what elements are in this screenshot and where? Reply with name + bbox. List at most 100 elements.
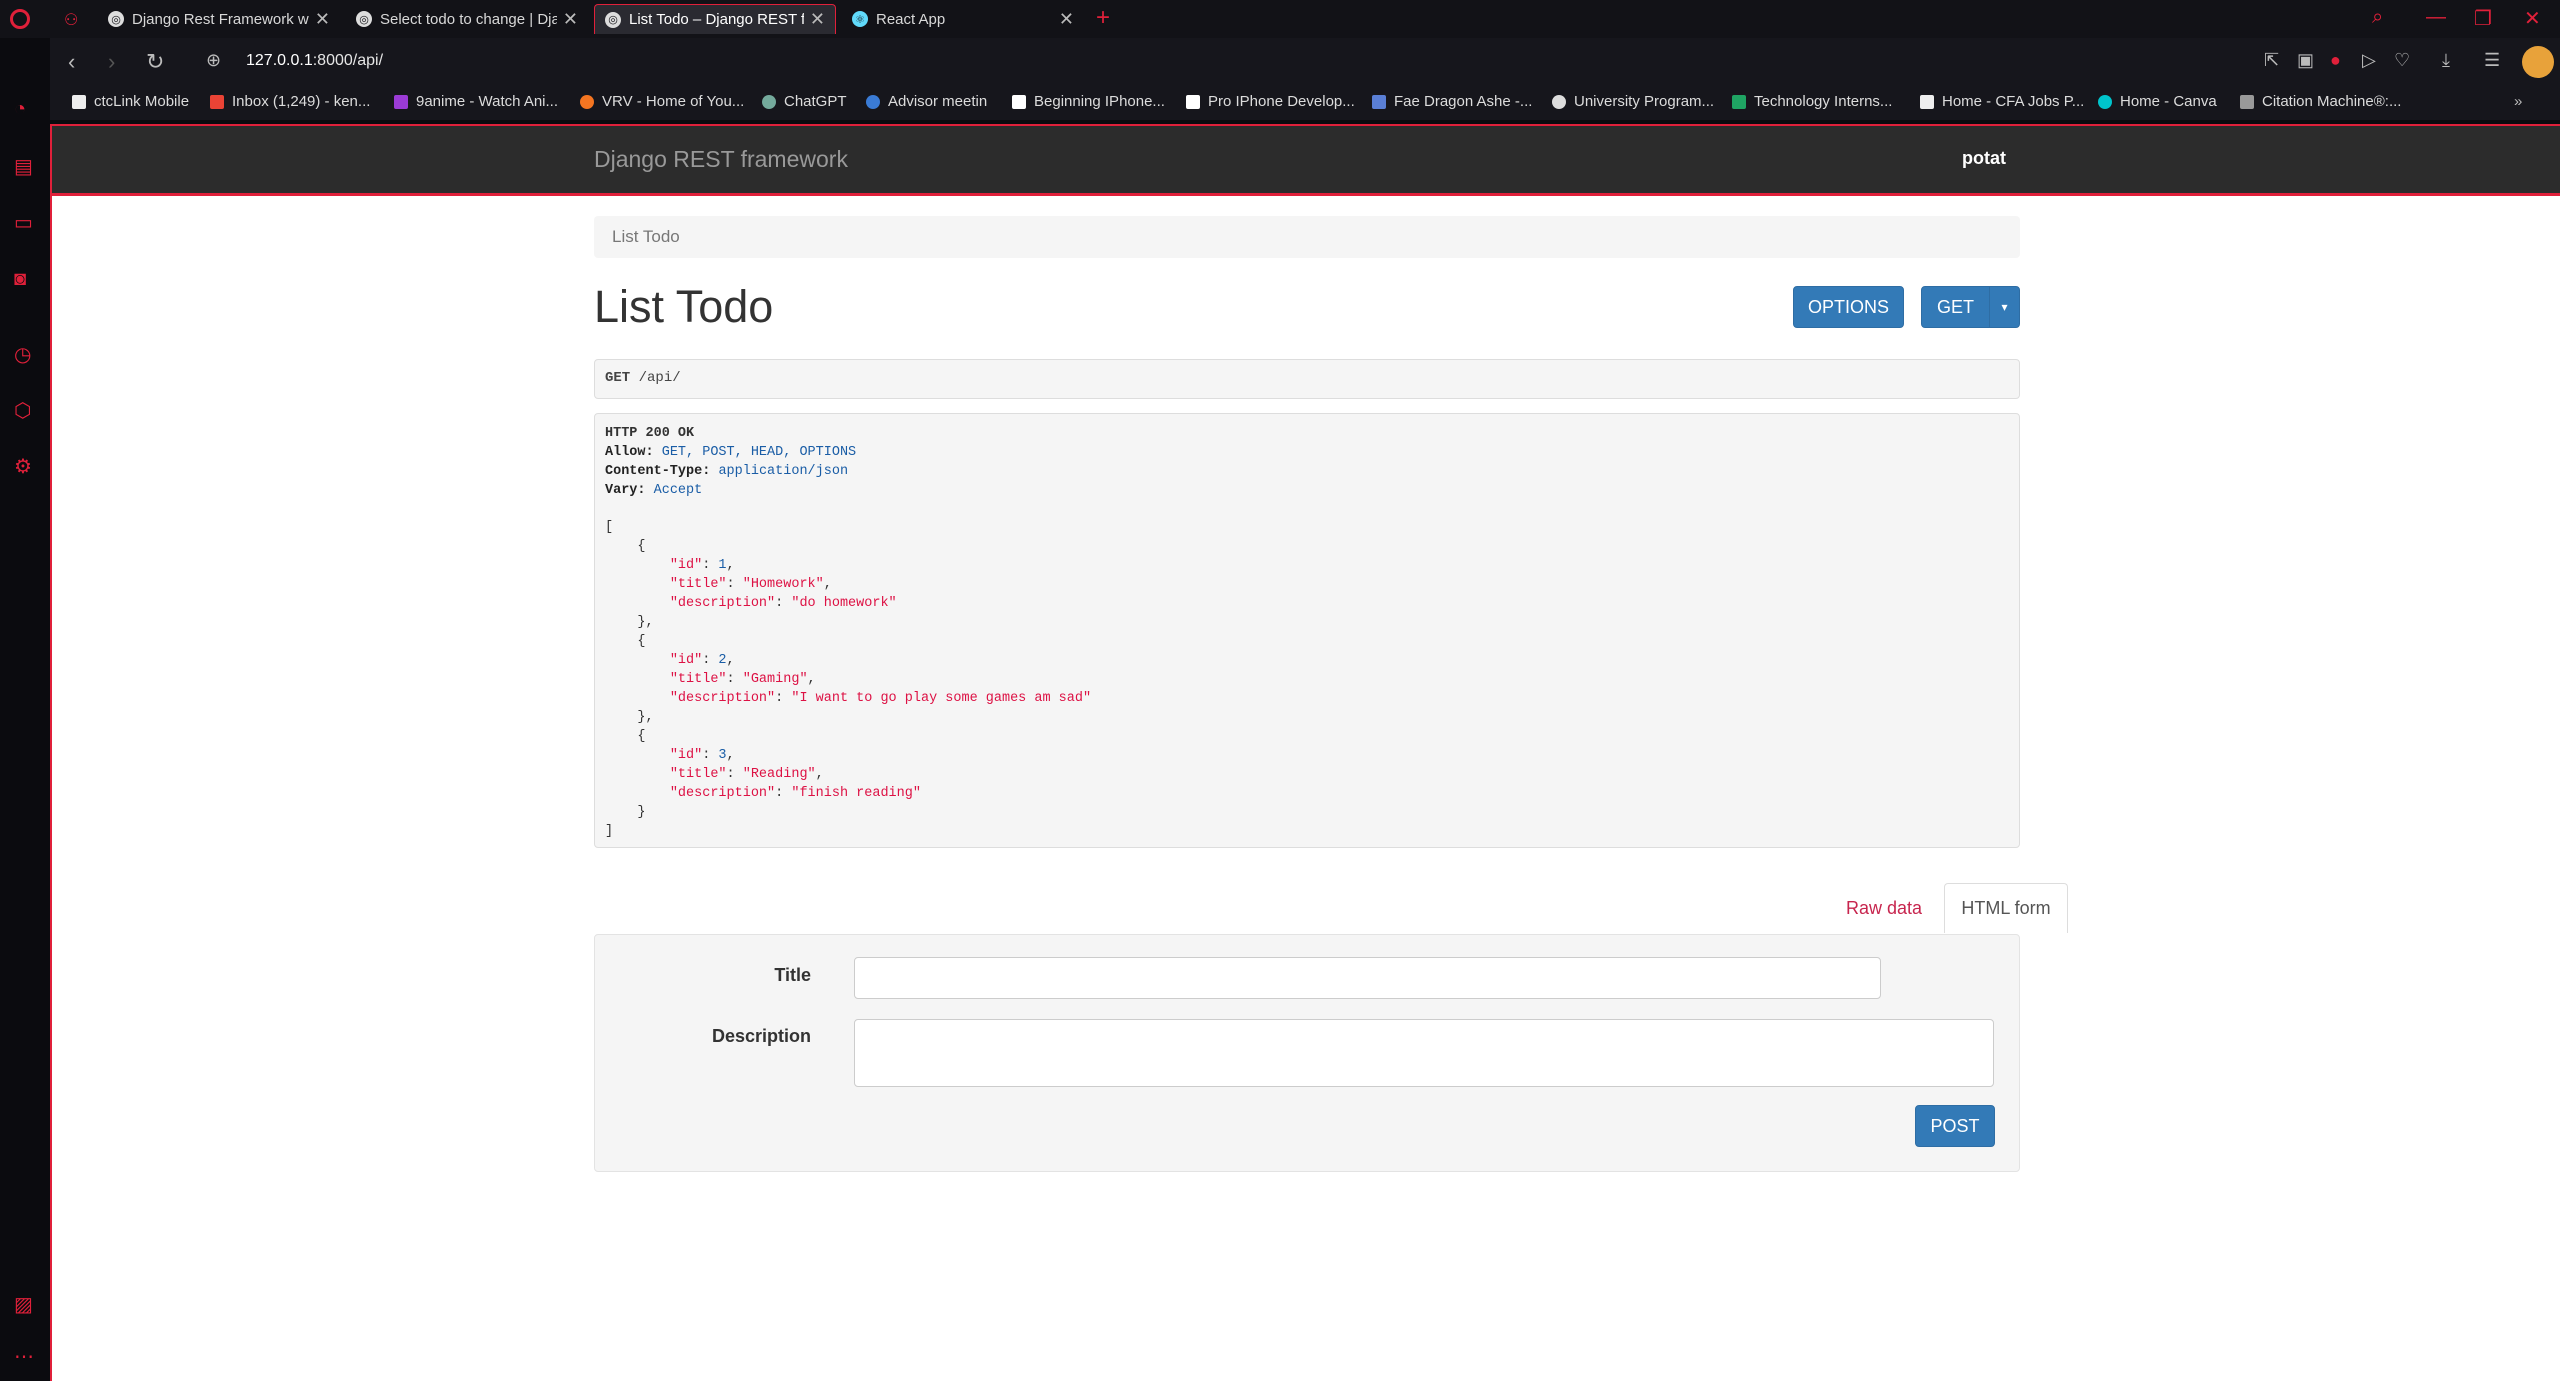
opera-logo-icon[interactable] — [10, 9, 30, 29]
speed-dial-icon[interactable]: ◔ — [14, 98, 26, 121]
settings-icon[interactable]: ⚙ — [14, 454, 32, 479]
bookmark-label: Home - CFA Jobs P... — [1942, 93, 2085, 110]
breadcrumb-item[interactable]: List Todo — [612, 227, 680, 246]
close-icon[interactable]: ✕ — [563, 9, 578, 30]
header-value: GET, POST, HEAD, OPTIONS — [661, 445, 857, 460]
download-icon[interactable]: ⤓ — [2442, 50, 2450, 71]
post-form: Title Description POST — [594, 934, 2020, 1172]
caret-down-icon: ▾ — [2001, 300, 2008, 314]
bookmark-item[interactable]: Fae Dragon Ashe -... — [1372, 93, 1532, 110]
gallery-icon[interactable]: ▨ — [14, 1292, 33, 1317]
json-id: 3 — [718, 748, 727, 763]
response-info: HTTP 200 OK Allow: GET, POST, HEAD, OPTI… — [594, 413, 2020, 848]
close-icon[interactable]: ✕ — [1059, 9, 1074, 30]
bookmark-item[interactable]: ctcLink Mobile — [72, 93, 189, 110]
header-value: Accept — [653, 483, 703, 498]
bookmark-item[interactable]: Home - CFA Jobs P... — [1920, 93, 2084, 110]
globe-icon: ◎ — [605, 11, 621, 28]
drf-brand[interactable]: Django REST framework — [594, 146, 848, 173]
bookmark-label: Home - Canva — [2120, 93, 2217, 110]
bookmark-label: VRV - Home of You... — [602, 93, 745, 110]
bookmark-item[interactable]: Citation Machine®:... — [2240, 93, 2401, 110]
options-button[interactable]: OPTIONS — [1793, 286, 1904, 328]
bookmark-item[interactable]: Advisor meetin — [866, 93, 987, 110]
gmail-icon — [210, 94, 224, 109]
tab-raw-data[interactable]: Raw data — [1832, 883, 1936, 933]
calendar-icon — [866, 94, 880, 109]
university-icon — [1552, 94, 1566, 109]
json-id: 2 — [718, 653, 727, 668]
easy-setup-icon[interactable]: ☰ — [2484, 50, 2500, 71]
history-icon[interactable]: ◷ — [14, 342, 31, 367]
camera-icon[interactable]: ▣ — [2297, 50, 2314, 71]
breadcrumb: List Todo — [594, 216, 2020, 258]
shopping-bag-icon[interactable]: ▤ — [14, 154, 33, 179]
opera-sidebar: ◔ ▤ ▭ ◙ ◷ ⬡ ⚙ ▨ ⋯ — [0, 38, 50, 1381]
twitch-icon[interactable]: ▭ — [14, 210, 33, 235]
browser-tab-2[interactable]: ◎ Select todo to change | Dja ✕ — [346, 4, 588, 34]
bookmark-label: Pro IPhone Develop... — [1208, 93, 1355, 110]
close-icon[interactable]: ✕ — [315, 9, 330, 30]
bookmark-item[interactable]: University Program... — [1552, 93, 1714, 110]
bookmark-item[interactable]: Beginning IPhone... — [1012, 93, 1165, 110]
description-textarea[interactable] — [854, 1019, 1994, 1087]
bookmark-label: Technology Interns... — [1754, 93, 1893, 110]
bookmark-item[interactable]: Inbox (1,249) - ken... — [210, 93, 370, 110]
json-title: "Homework" — [742, 577, 824, 592]
user-menu[interactable]: potat — [1962, 148, 2006, 169]
globe-icon: ◎ — [108, 11, 124, 27]
format-dropdown-caret[interactable]: ▾ — [1989, 286, 2020, 328]
description-label: Description — [711, 1026, 811, 1046]
gx-control-icon[interactable]: ⚇ — [64, 10, 78, 30]
title-input[interactable] — [854, 957, 1881, 999]
new-tab-icon[interactable]: + — [1096, 4, 1110, 32]
bookmarks-overflow-icon[interactable]: » — [2514, 93, 2522, 110]
chatgpt-icon — [762, 94, 776, 109]
url-field[interactable]: 127.0.0.1:8000/api/ — [246, 52, 383, 70]
bookmark-label: Fae Dragon Ashe -... — [1394, 93, 1533, 110]
search-icon[interactable]: ⌕ — [2372, 6, 2383, 29]
url-host: 127.0.0.1 — [246, 52, 313, 69]
bookmark-item[interactable]: Technology Interns... — [1732, 93, 1892, 110]
bookmark-label: Beginning IPhone... — [1034, 93, 1165, 110]
response-status: HTTP 200 OK — [605, 426, 695, 441]
get-button[interactable]: GET — [1921, 286, 1990, 328]
bookmark-item[interactable]: ChatGPT — [762, 93, 847, 110]
bookmark-label: ctcLink Mobile — [94, 93, 190, 110]
bookmark-label: 9anime - Watch Ani... — [416, 93, 559, 110]
extensions-icon[interactable]: ⬡ — [14, 398, 31, 423]
more-icon[interactable]: ⋯ — [14, 1344, 34, 1369]
play-icon — [394, 94, 408, 109]
post-button[interactable]: POST — [1915, 1105, 1995, 1147]
bookmark-item[interactable]: 9anime - Watch Ani... — [394, 93, 558, 110]
instagram-icon[interactable]: ◙ — [14, 268, 26, 291]
react-icon: ⚛ — [852, 11, 868, 27]
forward-icon[interactable]: › — [108, 49, 115, 75]
back-icon[interactable]: ‹ — [68, 49, 75, 75]
profile-avatar[interactable] — [2522, 46, 2554, 78]
share-icon[interactable]: ⇱ — [2264, 50, 2279, 71]
close-icon[interactable]: ✕ — [810, 9, 825, 30]
browser-tab-3-active[interactable]: ◎ List Todo – Django REST fra ✕ — [594, 4, 836, 34]
request-path: /api/ — [638, 370, 681, 386]
window-close-icon[interactable]: ✕ — [2524, 6, 2541, 31]
site-info-icon[interactable]: ⊕ — [206, 50, 221, 71]
bookmark-item[interactable]: Pro IPhone Develop... — [1186, 93, 1355, 110]
bookmark-item[interactable]: VRV - Home of You... — [580, 93, 744, 110]
browser-tab-4[interactable]: ⚛ React App ✕ — [842, 4, 1084, 34]
send-icon[interactable]: ▷ — [2362, 50, 2376, 71]
restore-icon[interactable]: ❐ — [2474, 6, 2492, 31]
browser-tab-1[interactable]: ◎ Django Rest Framework wi ✕ — [98, 4, 340, 34]
minimize-icon[interactable]: — — [2426, 6, 2446, 29]
adblock-icon[interactable]: ● — [2330, 50, 2341, 71]
crunchyroll-icon — [580, 94, 594, 109]
tab-html-form[interactable]: HTML form — [1944, 883, 2068, 933]
header-key: Vary: — [605, 483, 646, 498]
request-method: GET — [605, 370, 631, 386]
reload-icon[interactable]: ↻ — [146, 49, 164, 75]
header-key: Content-Type: — [605, 464, 711, 479]
page-viewport: Django REST framework potat List Todo Li… — [50, 124, 2560, 1381]
bookmark-item[interactable]: Home - Canva — [2098, 93, 2217, 110]
globe-icon: ◎ — [356, 11, 372, 27]
heart-icon[interactable]: ♡ — [2394, 50, 2410, 71]
